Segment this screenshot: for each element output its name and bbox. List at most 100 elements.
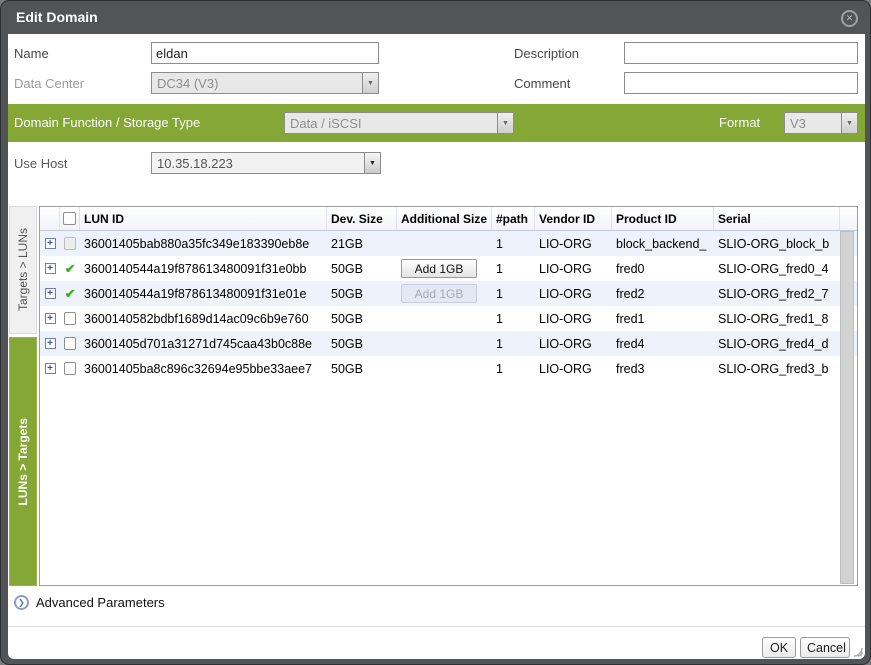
expand-cell: +	[40, 356, 60, 381]
path-cell: 1	[492, 331, 535, 356]
expand-row-icon[interactable]: +	[45, 363, 56, 374]
screen: Edit Domain ✕ Name Description Data Cent…	[0, 0, 871, 665]
table-vertical-scrollbar[interactable]	[840, 231, 854, 584]
path-cell: 1	[492, 231, 535, 256]
storage-type-value: Data / iSCSI	[285, 116, 497, 131]
lun-id-cell: 36001405bab880a35fc349e183390eb8e	[80, 231, 327, 256]
description-label: Description	[514, 46, 579, 61]
serial-cell: SLIO-ORG_fred1_8	[714, 306, 840, 331]
chevron-down-icon: ▼	[497, 113, 513, 133]
expand-cell: +	[40, 306, 60, 331]
serial-cell: SLIO-ORG_fred0_4	[714, 256, 840, 281]
product-id-cell: fred0	[612, 256, 714, 281]
table-row[interactable]: + ✔3600140544a19f878613480091f31e0bb50GBA…	[40, 256, 857, 281]
footer-divider	[8, 626, 865, 627]
table-row[interactable]: +36001405d701a31271d745caa43b0c88e50GB1L…	[40, 331, 857, 356]
expand-row-icon[interactable]: +	[45, 288, 56, 299]
table-row[interactable]: +36001405ba8c896c32694e95bbe33aee750GB 1L…	[40, 356, 857, 381]
row-checkbox[interactable]	[64, 312, 76, 325]
storage-type-label: Domain Function / Storage Type	[14, 115, 200, 130]
lun-table-header: LUN ID Dev. Size Additional Size #path V…	[40, 207, 857, 231]
expand-row-icon[interactable]: +	[45, 338, 56, 349]
dev-size-cell: 50GB	[327, 281, 397, 306]
checkbox-cell: ✔	[60, 281, 80, 306]
add-1gb-button[interactable]: Add 1GB	[401, 259, 477, 278]
serial-cell: SLIO-ORG_fred4_d	[714, 331, 840, 356]
lun-id-cell: 36001405ba8c896c32694e95bbe33aee7	[80, 356, 327, 381]
checkbox-cell: ✔	[60, 256, 80, 281]
chevron-down-icon: ▼	[364, 153, 380, 173]
table-row[interactable]: +✔3600140544a19f878613480091f31e01e50GBA…	[40, 281, 857, 306]
comment-field[interactable]	[624, 72, 858, 94]
expand-row-icon[interactable]: +	[45, 263, 56, 274]
additional-size-cell	[397, 331, 492, 356]
description-field[interactable]	[624, 42, 858, 64]
path-cell: 1	[492, 281, 535, 306]
comment-label: Comment	[514, 76, 570, 91]
product-id-cell: fred1	[612, 306, 714, 331]
expand-cell: +	[40, 256, 60, 281]
vendor-id-cell: LIO-ORG	[535, 356, 612, 381]
expand-row-icon[interactable]: +	[45, 313, 56, 324]
use-host-select[interactable]: 10.35.18.223 ▼	[151, 152, 381, 174]
close-icon[interactable]: ✕	[841, 10, 858, 27]
additional-size-cell: Add 1GB	[397, 281, 492, 306]
checkbox-cell	[60, 231, 80, 256]
storage-type-bar: Domain Function / Storage Type Data / iS…	[8, 104, 865, 142]
header-vendor-id: Vendor ID	[535, 207, 612, 230]
additional-size-cell	[397, 306, 492, 331]
name-field[interactable]	[151, 42, 379, 64]
dialog-content: Name Description Data Center DC34 (V3) ▼…	[8, 34, 865, 659]
dev-size-cell: 50GB	[327, 256, 397, 281]
resize-grip[interactable]	[850, 644, 863, 657]
vendor-id-cell: LIO-ORG	[535, 331, 612, 356]
header-checkbox-cell	[60, 207, 80, 230]
header-scroll-corner	[840, 207, 857, 230]
lun-attached-check-icon: ✔	[65, 261, 76, 277]
header-lun-id: LUN ID	[80, 207, 327, 230]
additional-size-cell: Add 1GB	[397, 256, 492, 281]
expand-cell: +	[40, 231, 60, 256]
path-cell: 1	[492, 256, 535, 281]
format-value: V3	[785, 116, 841, 131]
disclosure-arrow-icon: ❯	[14, 595, 29, 610]
serial-cell: SLIO-ORG_block_b	[714, 231, 840, 256]
path-cell: 1	[492, 356, 535, 381]
serial-cell: SLIO-ORG_fred2_7	[714, 281, 840, 306]
dev-size-cell: 50GB	[327, 356, 397, 381]
dialog-title-bar[interactable]: Edit Domain ✕	[1, 1, 870, 34]
table-row[interactable]: +3600140582bdbf1689d14ac09c6b9e76050GB1L…	[40, 306, 857, 331]
vendor-id-cell: LIO-ORG	[535, 256, 612, 281]
advanced-parameters-label: Advanced Parameters	[36, 595, 165, 610]
lun-id-cell: 3600140544a19f878613480091f31e0bb	[80, 256, 327, 281]
dev-size-cell: 21GB	[327, 231, 397, 256]
lun-id-cell: 3600140582bdbf1689d14ac09c6b9e760	[80, 306, 327, 331]
edit-domain-dialog: Edit Domain ✕ Name Description Data Cent…	[0, 0, 871, 665]
tab-targets-luns-label: Targets > LUNs	[16, 228, 30, 311]
checkbox-cell	[60, 306, 80, 331]
select-all-checkbox[interactable]	[63, 212, 76, 225]
table-row[interactable]: +36001405bab880a35fc349e183390eb8e21GB 1L…	[40, 231, 857, 256]
row-checkbox[interactable]	[64, 337, 76, 350]
row-checkbox[interactable]	[64, 362, 76, 375]
lun-table-body: +36001405bab880a35fc349e183390eb8e21GB1L…	[40, 231, 857, 381]
cancel-button[interactable]: Cancel	[800, 637, 850, 658]
product-id-cell: fred2	[612, 281, 714, 306]
expand-cell: +	[40, 281, 60, 306]
lun-attached-check-icon: ✔	[65, 286, 76, 302]
ok-button[interactable]: OK	[762, 637, 796, 658]
tab-targets-luns[interactable]: Targets > LUNs	[9, 206, 37, 334]
expand-row-icon[interactable]: +	[45, 238, 56, 249]
storage-type-select: Data / iSCSI ▼	[284, 112, 514, 134]
tab-luns-targets[interactable]: LUNs > Targets	[9, 337, 37, 586]
header-dev-size: Dev. Size	[327, 207, 397, 230]
advanced-parameters-toggle[interactable]: ❯ Advanced Parameters	[14, 595, 165, 610]
product-id-cell: fred4	[612, 331, 714, 356]
header-serial: Serial	[714, 207, 840, 230]
chevron-down-icon: ▼	[841, 113, 857, 133]
vendor-id-cell: LIO-ORG	[535, 231, 612, 256]
name-label: Name	[14, 46, 49, 61]
data-center-value: DC34 (V3)	[152, 76, 362, 91]
serial-cell: SLIO-ORG_fred3_b	[714, 356, 840, 381]
additional-size-cell	[397, 231, 492, 256]
